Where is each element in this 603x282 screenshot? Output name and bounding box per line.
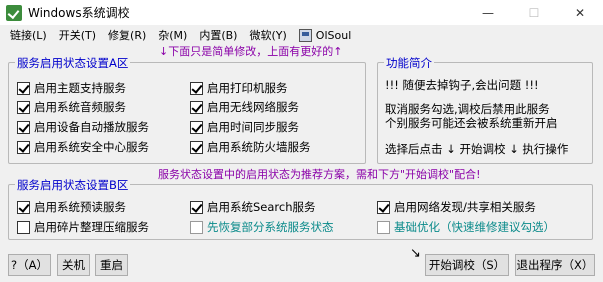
checkbox-time-sync-service[interactable]: 启用时间同步服务	[190, 119, 299, 135]
checkbox-autoplay-service[interactable]: 启用设备自动播放服务	[17, 119, 149, 135]
intro-title: 功能简介	[384, 55, 434, 71]
checkbox-wireless-service[interactable]: 启用无线网络服务	[190, 99, 299, 115]
checkbox-basic-optimize[interactable]: 基础优化（快速维修建议勾选）	[377, 219, 555, 235]
checkbox-label: 启用打印机服务	[207, 81, 288, 95]
checkbox-box[interactable]	[377, 220, 390, 234]
checkbox-label: 启用系统Search服务	[207, 200, 316, 214]
checkbox-label: 启用无线网络服务	[207, 100, 299, 114]
group-a-title: 服务启用状态设置A区	[15, 55, 131, 71]
menu-microsoft[interactable]: 微软(Y)	[243, 27, 292, 43]
checkbox-printer-service[interactable]: 启用打印机服务	[190, 80, 288, 96]
checkbox-label: 启用系统安全中心服务	[34, 140, 149, 154]
menu-olsoul-label: OlSoul	[315, 28, 352, 42]
checkbox-label: 启用时间同步服务	[207, 120, 299, 134]
menu-switches[interactable]: 开关(T)	[53, 27, 102, 43]
checkbox-firewall-service[interactable]: 启用系统防火墙服务	[190, 139, 311, 155]
checkbox-box[interactable]	[190, 81, 203, 95]
checkbox-box[interactable]	[17, 120, 30, 134]
checkbox-label: 启用碎片整理压缩服务	[34, 220, 149, 234]
menu-bar: 链接(L) 开关(T) 修复(R) 杂(M) 内置(B) 微软(Y) OlSou…	[0, 25, 603, 45]
checkbox-label: 启用主题支持服务	[34, 81, 126, 95]
title-bar: Windows系统调校 — ☐ ✕	[0, 0, 603, 25]
start-tune-button[interactable]: 开始调校（S）	[425, 254, 509, 276]
pointer-arrow-icon: ↘	[410, 246, 421, 261]
olsoul-icon	[298, 28, 312, 42]
checkbox-defrag-service[interactable]: 启用碎片整理压缩服务	[17, 219, 149, 235]
group-b-title: 服务启用状态设置B区	[15, 177, 131, 193]
checkbox-label: 先恢复部分系统服务状态	[207, 220, 334, 234]
checkbox-box[interactable]	[17, 140, 30, 154]
checkbox-network-discovery-service[interactable]: 启用网络发现/共享相关服务	[377, 199, 536, 215]
checkbox-box[interactable]	[17, 220, 30, 234]
checkbox-security-center-service[interactable]: 启用系统安全中心服务	[17, 139, 149, 155]
checkbox-box[interactable]	[190, 220, 203, 234]
checkbox-label: 启用系统预读服务	[34, 200, 126, 214]
window-title: Windows系统调校	[28, 6, 130, 20]
restart-button[interactable]: 重启	[95, 254, 128, 276]
menu-links[interactable]: 链接(L)	[4, 27, 53, 43]
checkbox-box[interactable]	[17, 100, 30, 114]
menu-builtin[interactable]: 内置(B)	[193, 27, 243, 43]
minimize-button[interactable]: —	[465, 0, 511, 25]
checkbox-box[interactable]	[17, 81, 30, 95]
menu-misc[interactable]: 杂(M)	[152, 27, 193, 43]
checkbox-label: 启用设备自动播放服务	[34, 120, 149, 134]
checkbox-label: 启用网络发现/共享相关服务	[394, 200, 536, 214]
maximize-button: ☐	[528, 5, 540, 20]
checkbox-box[interactable]	[377, 200, 390, 214]
shutdown-button[interactable]: 关机	[57, 254, 90, 276]
group-a-notice: ↓下面只是简单修改，上面有更好的↑	[159, 43, 343, 59]
checkbox-theme-service[interactable]: 启用主题支持服务	[17, 80, 126, 96]
checkbox-label: 基础优化（快速维修建议勾选）	[394, 220, 555, 234]
checkbox-audio-service[interactable]: 启用系统音频服务	[17, 99, 126, 115]
checkbox-box[interactable]	[190, 140, 203, 154]
intro-line-4: 选择后点击 ↓ 开始调校 ↓ 执行操作	[385, 142, 569, 156]
checkbox-box[interactable]	[190, 100, 203, 114]
menu-repair[interactable]: 修复(R)	[102, 27, 152, 43]
intro-warning: !!! 随便去掉钩子,会出问题 !!!	[385, 78, 539, 92]
window-controls: — ☐ ✕	[465, 0, 603, 25]
checkbox-search-service[interactable]: 启用系统Search服务	[190, 199, 316, 215]
close-button[interactable]: ✕	[557, 0, 603, 25]
checkbox-box[interactable]	[190, 200, 203, 214]
app-check-icon	[6, 4, 22, 21]
checkbox-label: 启用系统音频服务	[34, 100, 126, 114]
exit-button[interactable]: 退出程序（X）	[515, 254, 595, 276]
group-b-notice: 服务状态设置中的启用状态为推荐方案，需和下方"开始调校"配合!	[158, 166, 481, 182]
menu-olsoul[interactable]: OlSoul	[293, 28, 357, 42]
intro-line-3: 个别服务可能还会被系统重新开启	[385, 116, 558, 130]
checkbox-box[interactable]	[17, 200, 30, 214]
checkbox-prefetch-service[interactable]: 启用系统预读服务	[17, 199, 126, 215]
checkbox-box[interactable]	[190, 120, 203, 134]
help-button[interactable]: ?（A）	[8, 254, 51, 276]
checkbox-restore-services[interactable]: 先恢复部分系统服务状态	[190, 219, 334, 235]
checkbox-label: 启用系统防火墙服务	[207, 140, 311, 154]
